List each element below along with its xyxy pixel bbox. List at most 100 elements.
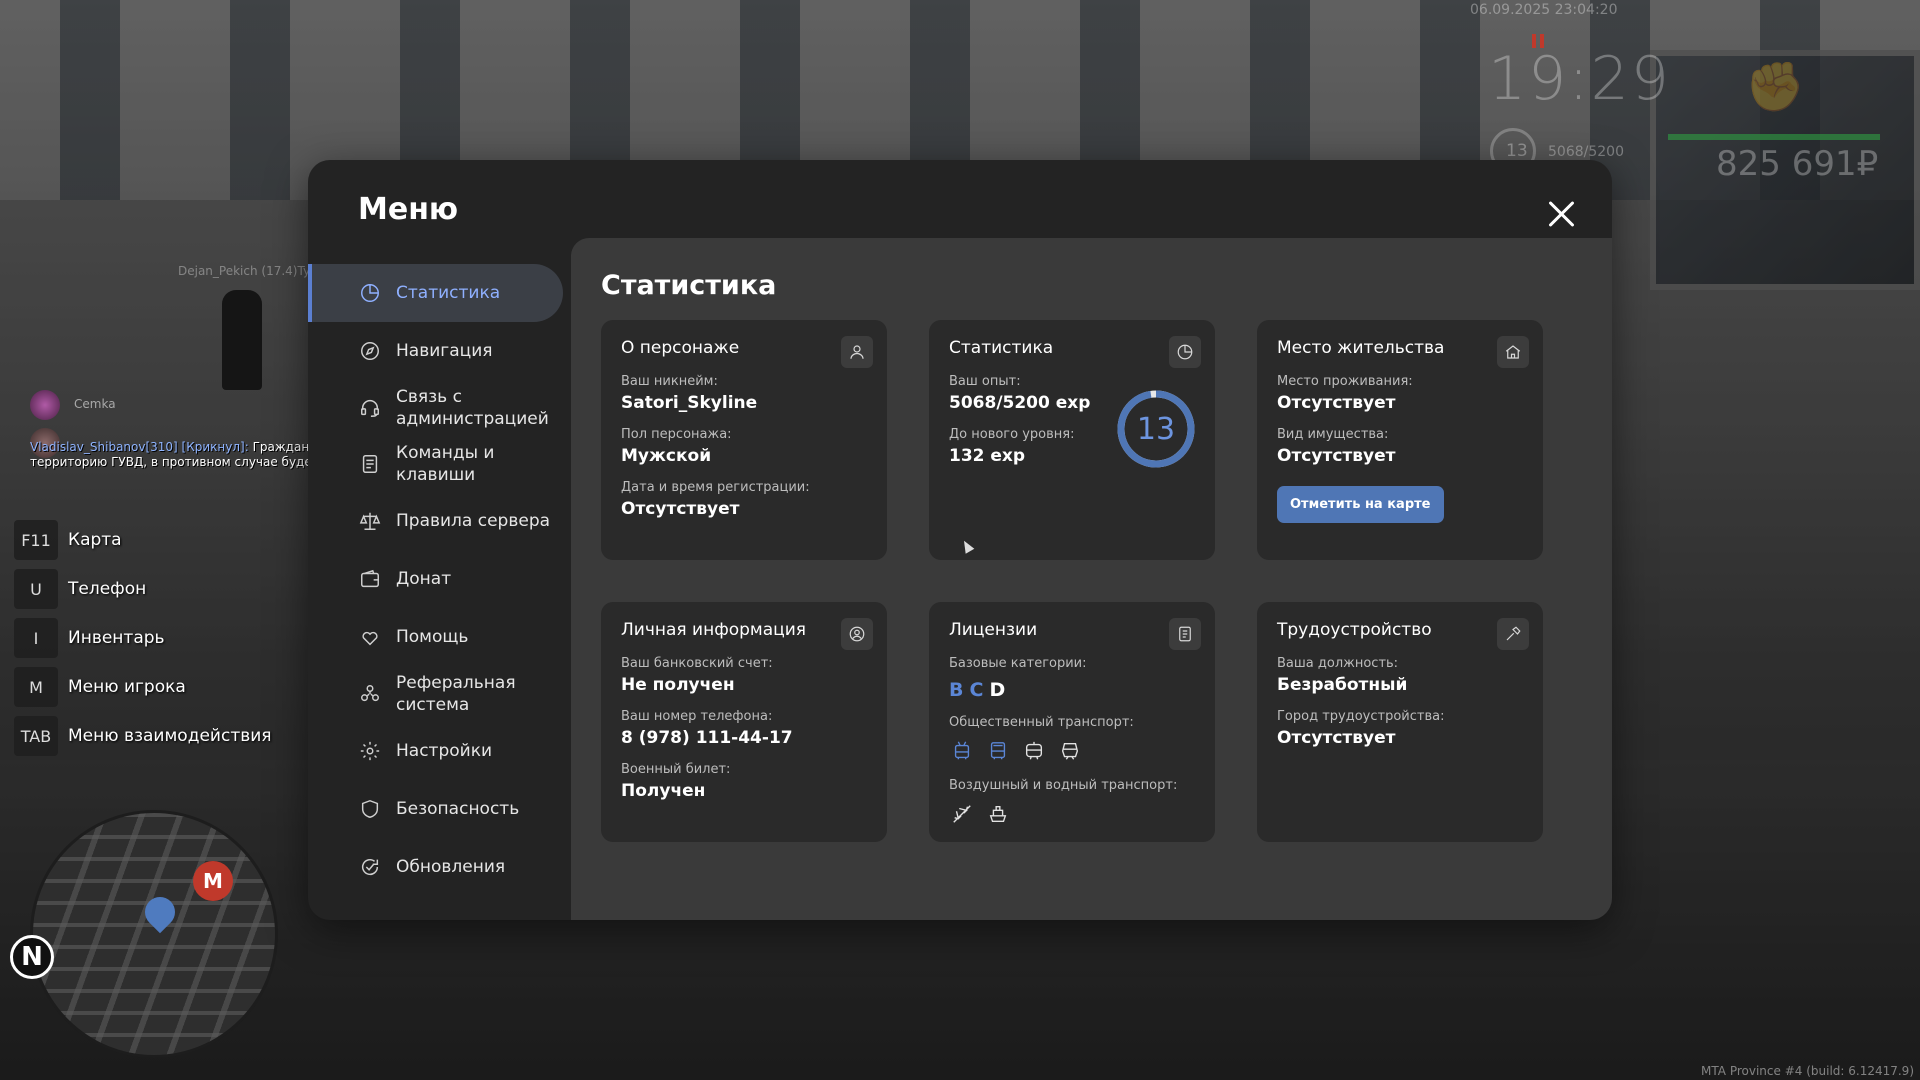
mark-on-map-button[interactable]: Отметить на карте [1277,486,1444,523]
nav-item-statistics[interactable]: Статистика [308,264,563,322]
card-title: О персонаже [621,338,740,358]
menu-window: Меню Статистика Навигация Связь с админи… [308,160,1612,920]
nav-item-admin-contact[interactable]: Связь с администрацией [308,380,563,436]
hotkey-key: M [14,667,58,707]
field-label: Ваш номер телефона: [621,709,773,724]
tram-icon [1021,738,1047,764]
npc-nametag: Dejan_Pekich (17.4)Ty [178,264,311,278]
hotkey-label: Карта [68,530,122,550]
hotkey-label: Меню взаимодействия [68,726,272,746]
nav-label: Безопасность [396,799,520,819]
nav-item-help[interactable]: Помощь [308,608,563,666]
nav-item-navigation[interactable]: Навигация [308,322,563,380]
hotkey-map[interactable]: F11 Карта [14,520,272,560]
nickname-value: Satori_Skyline [621,393,758,413]
npc-figure [222,290,262,390]
nav-item-donate[interactable]: Донат [308,550,563,608]
bus-icon [985,738,1011,764]
hotkey-list: F11 Карта U Телефон I Инвентарь M Меню игрок… [14,520,272,765]
hud-money: 825 691₽ [1716,144,1879,184]
hud-exp: 5068/5200 [1548,144,1624,160]
nav-item-referral[interactable]: Реферальная система [308,666,563,722]
card-title: Место жительства [1277,338,1445,358]
hotkey-player-menu[interactable]: M Меню игрока [14,667,272,707]
public-transport-row [949,738,1195,764]
card-title: Лицензии [949,620,1038,640]
bank-account-value: Не получен [621,675,735,695]
nav-item-security[interactable]: Безопасность [308,780,563,838]
card-residence: Место жительства Место проживания: Отсут… [1257,320,1543,560]
field-label: Вид имущества: [1277,427,1389,442]
nav-item-rules[interactable]: Правила сервера [308,492,563,550]
license-categories: BCD [949,679,1195,701]
field-label: Место проживания: [1277,374,1413,389]
nav-label: Правила сервера [396,511,551,531]
field-label: Воздушный и водный транспорт: [949,778,1178,793]
job-position-value: Безработный [1277,675,1408,695]
chat-avatar [30,390,60,420]
scales-icon [358,509,382,533]
hotkey-label: Инвентарь [68,628,165,648]
category-c: C [969,679,990,701]
hotkey-interaction-menu[interactable]: TAB Меню взаимодействия [14,716,272,756]
refresh-check-icon [358,855,382,879]
metro-blip-icon: M [193,861,233,901]
card-title: Статистика [949,338,1054,358]
card-title: Личная информация [621,620,807,640]
minimap-streets [33,813,275,1055]
card-title: Трудоустройство [1277,620,1432,640]
hotkey-label: Телефон [68,579,147,599]
level-value: 13 [1136,411,1176,447]
hotkey-key: F11 [14,520,58,560]
minimap: M [30,810,278,1058]
hammer-icon [1497,618,1529,650]
chat-username: Cemka [74,397,116,411]
property-type-value: Отсутствует [1277,446,1396,466]
residence-value: Отсутствует [1277,393,1396,413]
people-icon [358,682,382,706]
hotkey-phone[interactable]: U Телефон [14,569,272,609]
card-personal-info: Личная информация Ваш банковский счет: Н… [601,602,887,842]
boat-icon [985,801,1011,827]
fist-icon: ✊ [1745,59,1805,115]
nav-item-settings[interactable]: Настройки [308,722,563,780]
card-statistics: Статистика Ваш опыт: 5068/5200 exp До но… [929,320,1215,560]
hotkey-key: I [14,618,58,658]
trolleybus-icon [949,738,975,764]
nav-item-updates[interactable]: Обновления [308,838,563,896]
field-label: Базовые категории: [949,656,1087,671]
shield-icon [358,797,382,821]
build-info: MTA Province #4 (build: 6.12417.9) [1701,1064,1914,1078]
close-icon[interactable] [1544,196,1580,232]
nav-label: Настройки [396,741,493,761]
category-b: B [949,679,970,701]
hotkey-key: U [14,569,58,609]
field-label: Общественный транспорт: [949,715,1134,730]
field-label: Военный билет: [621,762,731,777]
nav-label: Команды и клавиши [396,443,495,485]
content-title: Статистика [601,270,777,301]
gear-icon [358,739,382,763]
registration-value: Отсутствует [621,499,740,519]
document-icon [358,452,382,476]
nav-item-commands[interactable]: Команды и клавиши [308,436,563,492]
metro-train-icon [1057,738,1083,764]
user-icon [841,336,873,368]
hotkey-label: Меню игрока [68,677,186,697]
chat-nick: Vladislav_Shibanov[310] [Крикнул]: [30,440,249,454]
nav-label: Обновления [396,857,506,877]
field-label: Дата и время регистрации: [621,480,810,495]
compass-icon [358,339,382,363]
field-label: Ваша должность: [1277,656,1399,671]
nav-label: Навигация [396,341,493,361]
category-d: D [989,679,1012,701]
license-card-icon [1169,618,1201,650]
wallet-icon [358,567,382,591]
phone-value: 8 (978) 111-44-17 [621,728,793,748]
hotkey-inventory[interactable]: I Инвентарь [14,618,272,658]
heart-hand-icon [358,625,382,649]
pie-chart-icon [1169,336,1201,368]
job-city-value: Отсутствует [1277,728,1396,748]
card-employment: Трудоустройство Ваша должность: Безработ… [1257,602,1543,842]
nav-label: Реферальная система [396,673,516,715]
